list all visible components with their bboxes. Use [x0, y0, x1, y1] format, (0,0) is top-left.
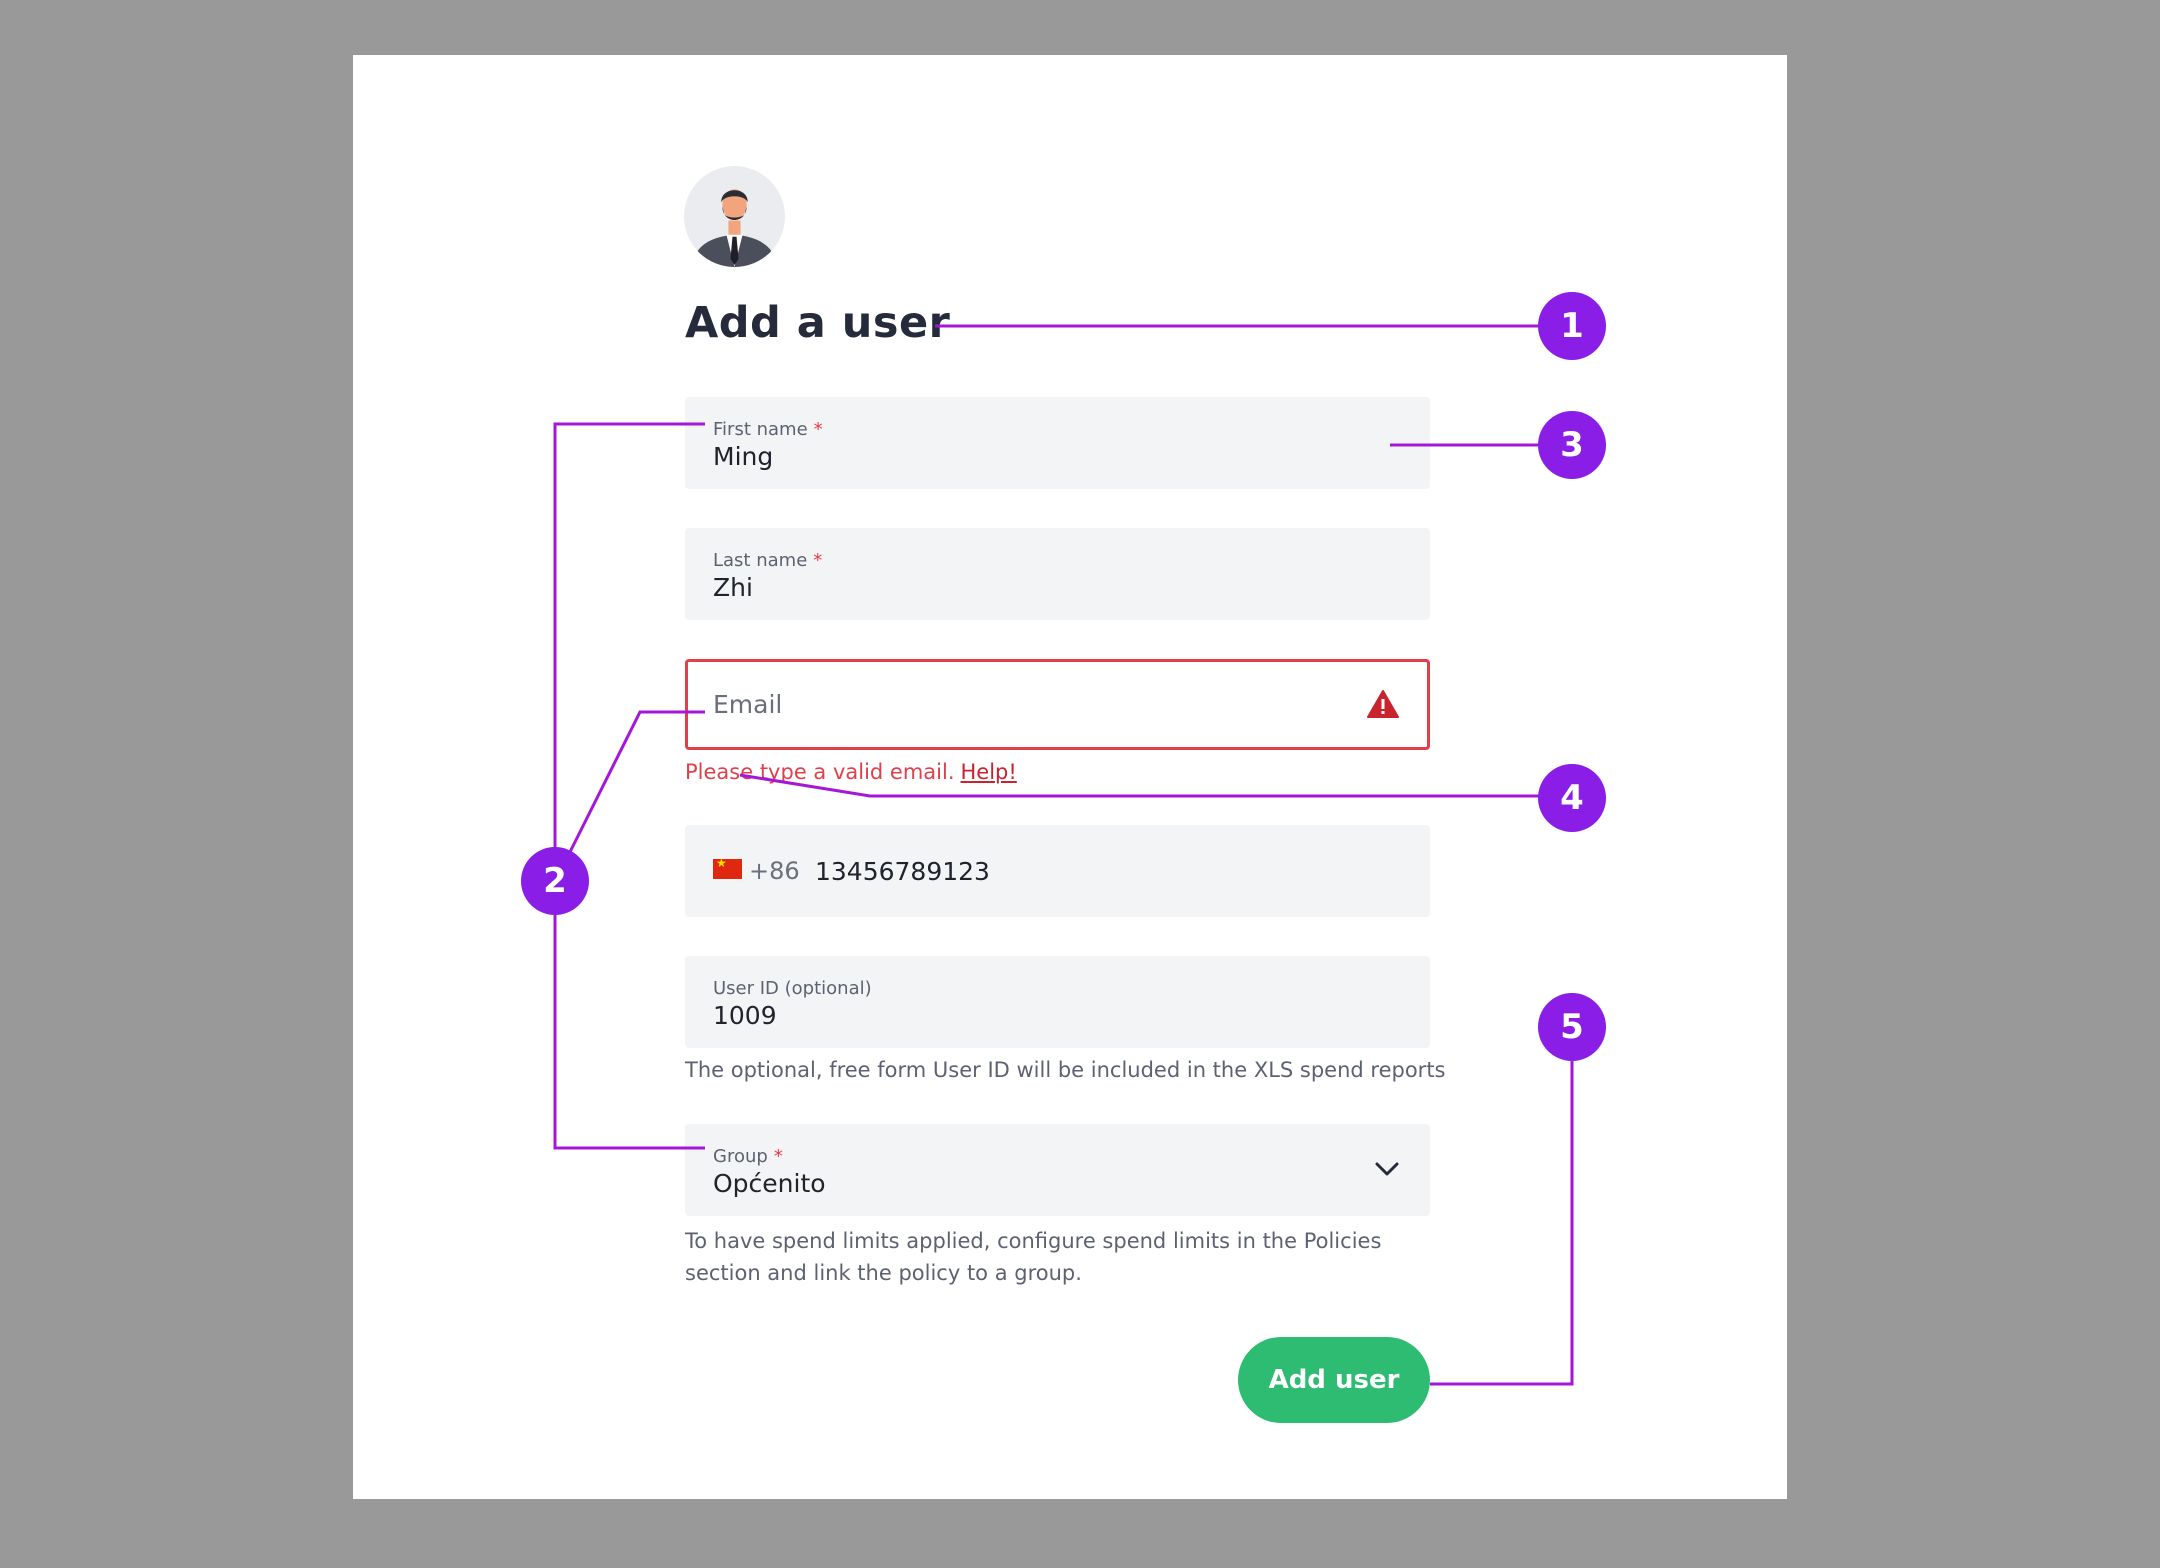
annotation-marker-5: 5: [1538, 993, 1606, 1061]
annotation-marker-2: 2: [521, 847, 589, 915]
annotation-marker-3: 3: [1538, 411, 1606, 479]
annotation-marker-4: 4: [1538, 764, 1606, 832]
annotation-lines: [553, 324, 1574, 1386]
annotation-marker-1: 1: [1538, 292, 1606, 360]
